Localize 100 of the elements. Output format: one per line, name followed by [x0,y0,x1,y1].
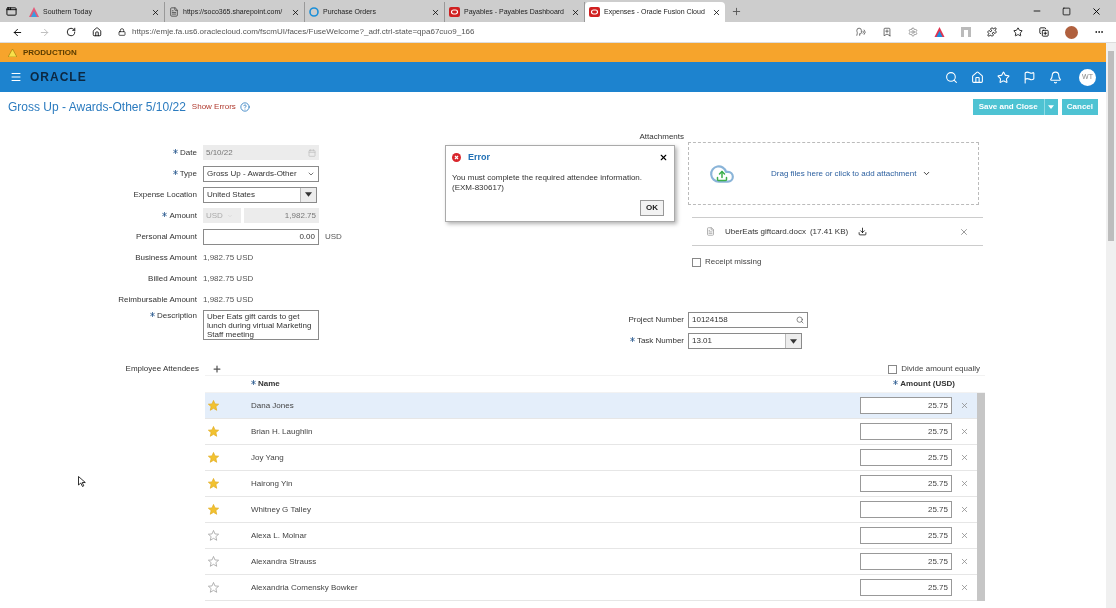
required-icon [150,312,155,317]
remove-icon[interactable] [960,505,969,514]
required-icon [172,169,178,175]
amount-field[interactable]: 25.75 [860,579,952,596]
amount-value: 1,982.75 USD [203,294,254,304]
home-icon[interactable] [92,27,102,37]
collections-icon[interactable] [1039,27,1049,37]
circle-icon [309,7,319,17]
remove-icon[interactable] [960,531,969,540]
star-icon[interactable] [208,582,219,593]
tab-actions-icon[interactable] [6,5,17,17]
add-icon[interactable] [212,364,222,374]
triangle-logo-icon[interactable] [934,27,945,37]
chevron-icon[interactable] [922,169,932,178]
download-icon[interactable] [858,227,868,236]
field-label: Attachments [639,132,684,141]
remove-icon[interactable] [960,427,969,436]
url-text[interactable]: https://emje.fa.us6.oraclecloud.com/fscmUI/faces/FuseWelcome?_adf.ctrl-state=qpa67cuo9_166 [132,26,475,38]
lock-icon [118,28,126,36]
show-errors-link[interactable]: Show Errors [191,101,236,113]
new-tab-icon[interactable] [731,5,742,17]
star-icon[interactable] [208,530,219,541]
combo-field[interactable]: 13.01 [688,333,802,349]
amount-field[interactable]: 25.75 [860,475,952,492]
remove-icon[interactable] [960,583,969,592]
amount-field[interactable]: 25.75 [860,553,952,570]
ok-button[interactable]: OK [640,200,664,216]
type-select[interactable]: Gross Up - Awards-Other [203,165,319,182]
amount-field[interactable]: 25.75 [860,397,952,414]
file-name[interactable]: UberEats giftcard.docx [725,225,806,238]
close-icon[interactable] [571,7,580,17]
star-icon[interactable] [208,426,219,437]
description-field[interactable]: Uber Eats gift cards to get lunch during virtual Marketing Staff meeting [203,310,319,340]
bookmark-icon[interactable] [882,27,892,37]
puzzle-icon[interactable] [987,27,997,37]
notifications-icon[interactable] [1049,70,1062,84]
required-icon [251,380,256,385]
close-icon[interactable] [712,7,721,17]
search-icon[interactable] [945,70,958,84]
caret-icon [305,192,312,197]
remove-icon[interactable] [959,226,969,237]
amount-field[interactable]: 0.00 [203,228,319,245]
menu-icon[interactable] [10,71,22,83]
close-icon[interactable] [1091,5,1102,17]
remove-icon[interactable] [960,479,969,488]
caret-icon [790,338,797,344]
caret-icon [1048,105,1055,109]
help-icon[interactable] [239,102,250,112]
field-label: Project Number [628,314,684,326]
star-icon[interactable] [208,504,219,515]
read-aloud-icon[interactable] [856,27,866,37]
amount-field[interactable]: 25.75 [860,449,952,466]
search-icon [796,316,804,324]
page-scrollbar[interactable] [1106,43,1116,608]
attendee-name: Joy Yang [251,451,284,464]
restore-icon[interactable] [1062,6,1071,16]
attendee-row[interactable]: Dana Jones 25.75 [205,393,977,419]
search-field[interactable]: 10124158 [688,312,808,328]
attendee-name: Hairong Yin [251,477,293,490]
favorites-icon[interactable] [1013,27,1023,37]
square-icon[interactable] [961,27,971,37]
checkbox-label: Receipt missing [705,256,762,268]
star-icon[interactable] [208,452,219,463]
flag-icon[interactable] [1023,70,1036,84]
attendee-name: Alexandra Strauss [251,555,317,568]
star-icon[interactable] [208,478,219,489]
required-icon [162,211,168,217]
profile-avatar[interactable] [1065,25,1078,39]
remove-icon[interactable] [960,557,969,566]
required-icon [629,337,635,342]
amount-field[interactable]: 25.75 [860,501,952,518]
column-header[interactable]: Name [258,378,280,390]
amount-field[interactable]: 25.75 [860,423,952,440]
close-icon[interactable] [659,153,668,163]
back-icon[interactable] [12,26,23,38]
combo-field[interactable]: United States [203,186,317,203]
warning-icon [8,48,17,57]
field-label: Expense Location [133,188,197,201]
oracle-logo-icon [589,7,600,17]
close-icon[interactable] [431,7,440,17]
close-icon[interactable] [151,7,160,17]
section-label: Employee Attendees [124,363,200,375]
scrollbar[interactable] [977,393,985,601]
remove-icon[interactable] [960,401,969,410]
banner-text: PRODUCTION [23,46,77,59]
currency-label: USD [325,230,342,243]
cloud-upload-icon [709,163,735,184]
reload-icon[interactable] [66,27,76,37]
star-icon[interactable] [208,400,219,411]
column-header[interactable]: Amount (USD) [900,378,955,390]
remove-icon[interactable] [960,453,969,462]
close-icon[interactable] [291,7,300,17]
oracle-logo[interactable]: ORACLE [30,68,87,86]
amount-field[interactable]: 25.75 [860,527,952,544]
checkbox[interactable] [888,364,898,374]
star-icon[interactable] [208,556,219,567]
checkbox[interactable] [692,257,701,267]
gear-icon[interactable] [908,27,918,37]
page-icon [169,7,179,17]
attachment-dropzone[interactable]: Drag files here or click to add attachment [688,142,979,205]
